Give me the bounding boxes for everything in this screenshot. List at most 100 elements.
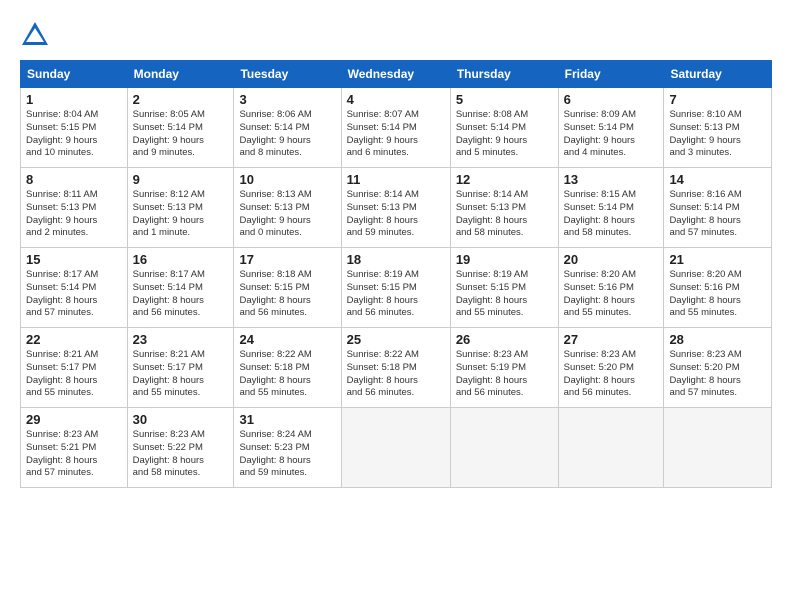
calendar-cell: 26 Sunrise: 8:23 AM Sunset: 5:19 PM Dayli… bbox=[450, 328, 558, 408]
calendar-cell: 7 Sunrise: 8:10 AM Sunset: 5:13 PM Daylig… bbox=[664, 88, 772, 168]
day-number: 16 bbox=[133, 252, 229, 267]
day-info: Sunrise: 8:22 AM Sunset: 5:18 PM Dayligh… bbox=[347, 349, 445, 400]
day-number: 2 bbox=[133, 92, 229, 107]
header bbox=[20, 20, 772, 50]
calendar-cell: 22Sunrise: 8:21 AM Sunset: 5:17 PM Dayli… bbox=[21, 328, 128, 408]
calendar-cell: 19Sunrise: 8:19 AM Sunset: 5:15 PM Dayli… bbox=[450, 248, 558, 328]
day-number: 25 bbox=[347, 332, 445, 347]
day-number: 6 bbox=[564, 92, 659, 107]
day-number: 27 bbox=[564, 332, 659, 347]
calendar-cell: 2 Sunrise: 8:05 AM Sunset: 5:14 PM Daylig… bbox=[127, 88, 234, 168]
day-info: Sunrise: 8:14 AM Sunset: 5:13 PM Dayligh… bbox=[456, 189, 553, 240]
day-number: 14 bbox=[669, 172, 766, 187]
day-info: Sunrise: 8:23 AM Sunset: 5:19 PM Dayligh… bbox=[456, 349, 553, 400]
calendar-header-saturday: Saturday bbox=[664, 61, 772, 88]
calendar-cell: 15Sunrise: 8:17 AM Sunset: 5:14 PM Dayli… bbox=[21, 248, 128, 328]
calendar-cell: 10 Sunrise: 8:13 AM Sunset: 5:13 PM Dayli… bbox=[234, 168, 341, 248]
day-number: 4 bbox=[347, 92, 445, 107]
calendar-cell bbox=[558, 408, 664, 488]
day-info: Sunrise: 8:20 AM Sunset: 5:16 PM Dayligh… bbox=[669, 269, 766, 320]
calendar-week-row: 29 Sunrise: 8:23 AM Sunset: 5:21 PM Dayli… bbox=[21, 408, 772, 488]
day-number: 30 bbox=[133, 412, 229, 427]
day-info: Sunrise: 8:22 AM Sunset: 5:18 PM Dayligh… bbox=[239, 349, 335, 400]
calendar-cell: 23Sunrise: 8:21 AM Sunset: 5:17 PM Dayli… bbox=[127, 328, 234, 408]
calendar-cell: 12 Sunrise: 8:14 AM Sunset: 5:13 PM Dayli… bbox=[450, 168, 558, 248]
calendar-cell: 5 Sunrise: 8:08 AM Sunset: 5:14 PM Daylig… bbox=[450, 88, 558, 168]
calendar-cell: 14 Sunrise: 8:16 AM Sunset: 5:14 PM Dayli… bbox=[664, 168, 772, 248]
day-info: Sunrise: 8:08 AM Sunset: 5:14 PM Dayligh… bbox=[456, 109, 553, 160]
day-number: 13 bbox=[564, 172, 659, 187]
day-info: Sunrise: 8:19 AM Sunset: 5:15 PM Dayligh… bbox=[456, 269, 553, 320]
calendar-cell: 28 Sunrise: 8:23 AM Sunset: 5:20 PM Dayli… bbox=[664, 328, 772, 408]
day-info: Sunrise: 8:04 AM Sunset: 5:15 PM Dayligh… bbox=[26, 109, 122, 160]
day-number: 1 bbox=[26, 92, 122, 107]
day-number: 26 bbox=[456, 332, 553, 347]
day-info: Sunrise: 8:23 AM Sunset: 5:20 PM Dayligh… bbox=[564, 349, 659, 400]
day-info: Sunrise: 8:19 AM Sunset: 5:15 PM Dayligh… bbox=[347, 269, 445, 320]
day-number: 21 bbox=[669, 252, 766, 267]
calendar-cell: 11Sunrise: 8:14 AM Sunset: 5:13 PM Dayli… bbox=[341, 168, 450, 248]
day-number: 7 bbox=[669, 92, 766, 107]
day-info: Sunrise: 8:21 AM Sunset: 5:17 PM Dayligh… bbox=[26, 349, 122, 400]
day-info: Sunrise: 8:15 AM Sunset: 5:14 PM Dayligh… bbox=[564, 189, 659, 240]
calendar-cell: 29 Sunrise: 8:23 AM Sunset: 5:21 PM Dayli… bbox=[21, 408, 128, 488]
calendar-header-tuesday: Tuesday bbox=[234, 61, 341, 88]
day-info: Sunrise: 8:17 AM Sunset: 5:14 PM Dayligh… bbox=[26, 269, 122, 320]
calendar-cell: 27 Sunrise: 8:23 AM Sunset: 5:20 PM Dayli… bbox=[558, 328, 664, 408]
day-info: Sunrise: 8:23 AM Sunset: 5:20 PM Dayligh… bbox=[669, 349, 766, 400]
day-info: Sunrise: 8:10 AM Sunset: 5:13 PM Dayligh… bbox=[669, 109, 766, 160]
day-number: 5 bbox=[456, 92, 553, 107]
day-info: Sunrise: 8:23 AM Sunset: 5:21 PM Dayligh… bbox=[26, 429, 122, 480]
calendar-cell bbox=[450, 408, 558, 488]
calendar-cell bbox=[341, 408, 450, 488]
day-info: Sunrise: 8:06 AM Sunset: 5:14 PM Dayligh… bbox=[239, 109, 335, 160]
day-number: 17 bbox=[239, 252, 335, 267]
day-info: Sunrise: 8:14 AM Sunset: 5:13 PM Dayligh… bbox=[347, 189, 445, 240]
day-number: 3 bbox=[239, 92, 335, 107]
day-info: Sunrise: 8:17 AM Sunset: 5:14 PM Dayligh… bbox=[133, 269, 229, 320]
calendar-header-thursday: Thursday bbox=[450, 61, 558, 88]
calendar-cell bbox=[664, 408, 772, 488]
day-info: Sunrise: 8:16 AM Sunset: 5:14 PM Dayligh… bbox=[669, 189, 766, 240]
calendar-cell: 25 Sunrise: 8:22 AM Sunset: 5:18 PM Dayli… bbox=[341, 328, 450, 408]
day-number: 24 bbox=[239, 332, 335, 347]
calendar-cell: 31 Sunrise: 8:24 AM Sunset: 5:23 PM Dayli… bbox=[234, 408, 341, 488]
day-number: 29 bbox=[26, 412, 122, 427]
calendar-cell: 4 Sunrise: 8:07 AM Sunset: 5:14 PM Daylig… bbox=[341, 88, 450, 168]
day-info: Sunrise: 8:09 AM Sunset: 5:14 PM Dayligh… bbox=[564, 109, 659, 160]
day-info: Sunrise: 8:05 AM Sunset: 5:14 PM Dayligh… bbox=[133, 109, 229, 160]
day-number: 23 bbox=[133, 332, 229, 347]
day-number: 20 bbox=[564, 252, 659, 267]
day-number: 31 bbox=[239, 412, 335, 427]
calendar: SundayMondayTuesdayWednesdayThursdayFrid… bbox=[20, 60, 772, 488]
day-info: Sunrise: 8:24 AM Sunset: 5:23 PM Dayligh… bbox=[239, 429, 335, 480]
calendar-header-wednesday: Wednesday bbox=[341, 61, 450, 88]
day-info: Sunrise: 8:20 AM Sunset: 5:16 PM Dayligh… bbox=[564, 269, 659, 320]
day-number: 12 bbox=[456, 172, 553, 187]
logo-icon bbox=[20, 20, 50, 50]
calendar-cell: 9Sunrise: 8:12 AM Sunset: 5:13 PM Daylig… bbox=[127, 168, 234, 248]
calendar-cell: 1 Sunrise: 8:04 AM Sunset: 5:15 PM Daylig… bbox=[21, 88, 128, 168]
day-info: Sunrise: 8:13 AM Sunset: 5:13 PM Dayligh… bbox=[239, 189, 335, 240]
day-info: Sunrise: 8:18 AM Sunset: 5:15 PM Dayligh… bbox=[239, 269, 335, 320]
calendar-cell: 21 Sunrise: 8:20 AM Sunset: 5:16 PM Dayli… bbox=[664, 248, 772, 328]
calendar-cell: 24 Sunrise: 8:22 AM Sunset: 5:18 PM Dayli… bbox=[234, 328, 341, 408]
calendar-cell: 30 Sunrise: 8:23 AM Sunset: 5:22 PM Dayli… bbox=[127, 408, 234, 488]
calendar-week-row: 1 Sunrise: 8:04 AM Sunset: 5:15 PM Daylig… bbox=[21, 88, 772, 168]
day-number: 28 bbox=[669, 332, 766, 347]
calendar-week-row: 8Sunrise: 8:11 AM Sunset: 5:13 PM Daylig… bbox=[21, 168, 772, 248]
calendar-week-row: 22Sunrise: 8:21 AM Sunset: 5:17 PM Dayli… bbox=[21, 328, 772, 408]
day-info: Sunrise: 8:23 AM Sunset: 5:22 PM Dayligh… bbox=[133, 429, 229, 480]
calendar-week-row: 15Sunrise: 8:17 AM Sunset: 5:14 PM Dayli… bbox=[21, 248, 772, 328]
calendar-cell: 17 Sunrise: 8:18 AM Sunset: 5:15 PM Dayli… bbox=[234, 248, 341, 328]
logo bbox=[20, 20, 54, 50]
day-number: 8 bbox=[26, 172, 122, 187]
calendar-cell: 16 Sunrise: 8:17 AM Sunset: 5:14 PM Dayli… bbox=[127, 248, 234, 328]
day-info: Sunrise: 8:07 AM Sunset: 5:14 PM Dayligh… bbox=[347, 109, 445, 160]
day-number: 10 bbox=[239, 172, 335, 187]
day-number: 9 bbox=[133, 172, 229, 187]
calendar-cell: 13 Sunrise: 8:15 AM Sunset: 5:14 PM Dayli… bbox=[558, 168, 664, 248]
calendar-cell: 3 Sunrise: 8:06 AM Sunset: 5:14 PM Daylig… bbox=[234, 88, 341, 168]
day-number: 18 bbox=[347, 252, 445, 267]
calendar-cell: 6 Sunrise: 8:09 AM Sunset: 5:14 PM Daylig… bbox=[558, 88, 664, 168]
